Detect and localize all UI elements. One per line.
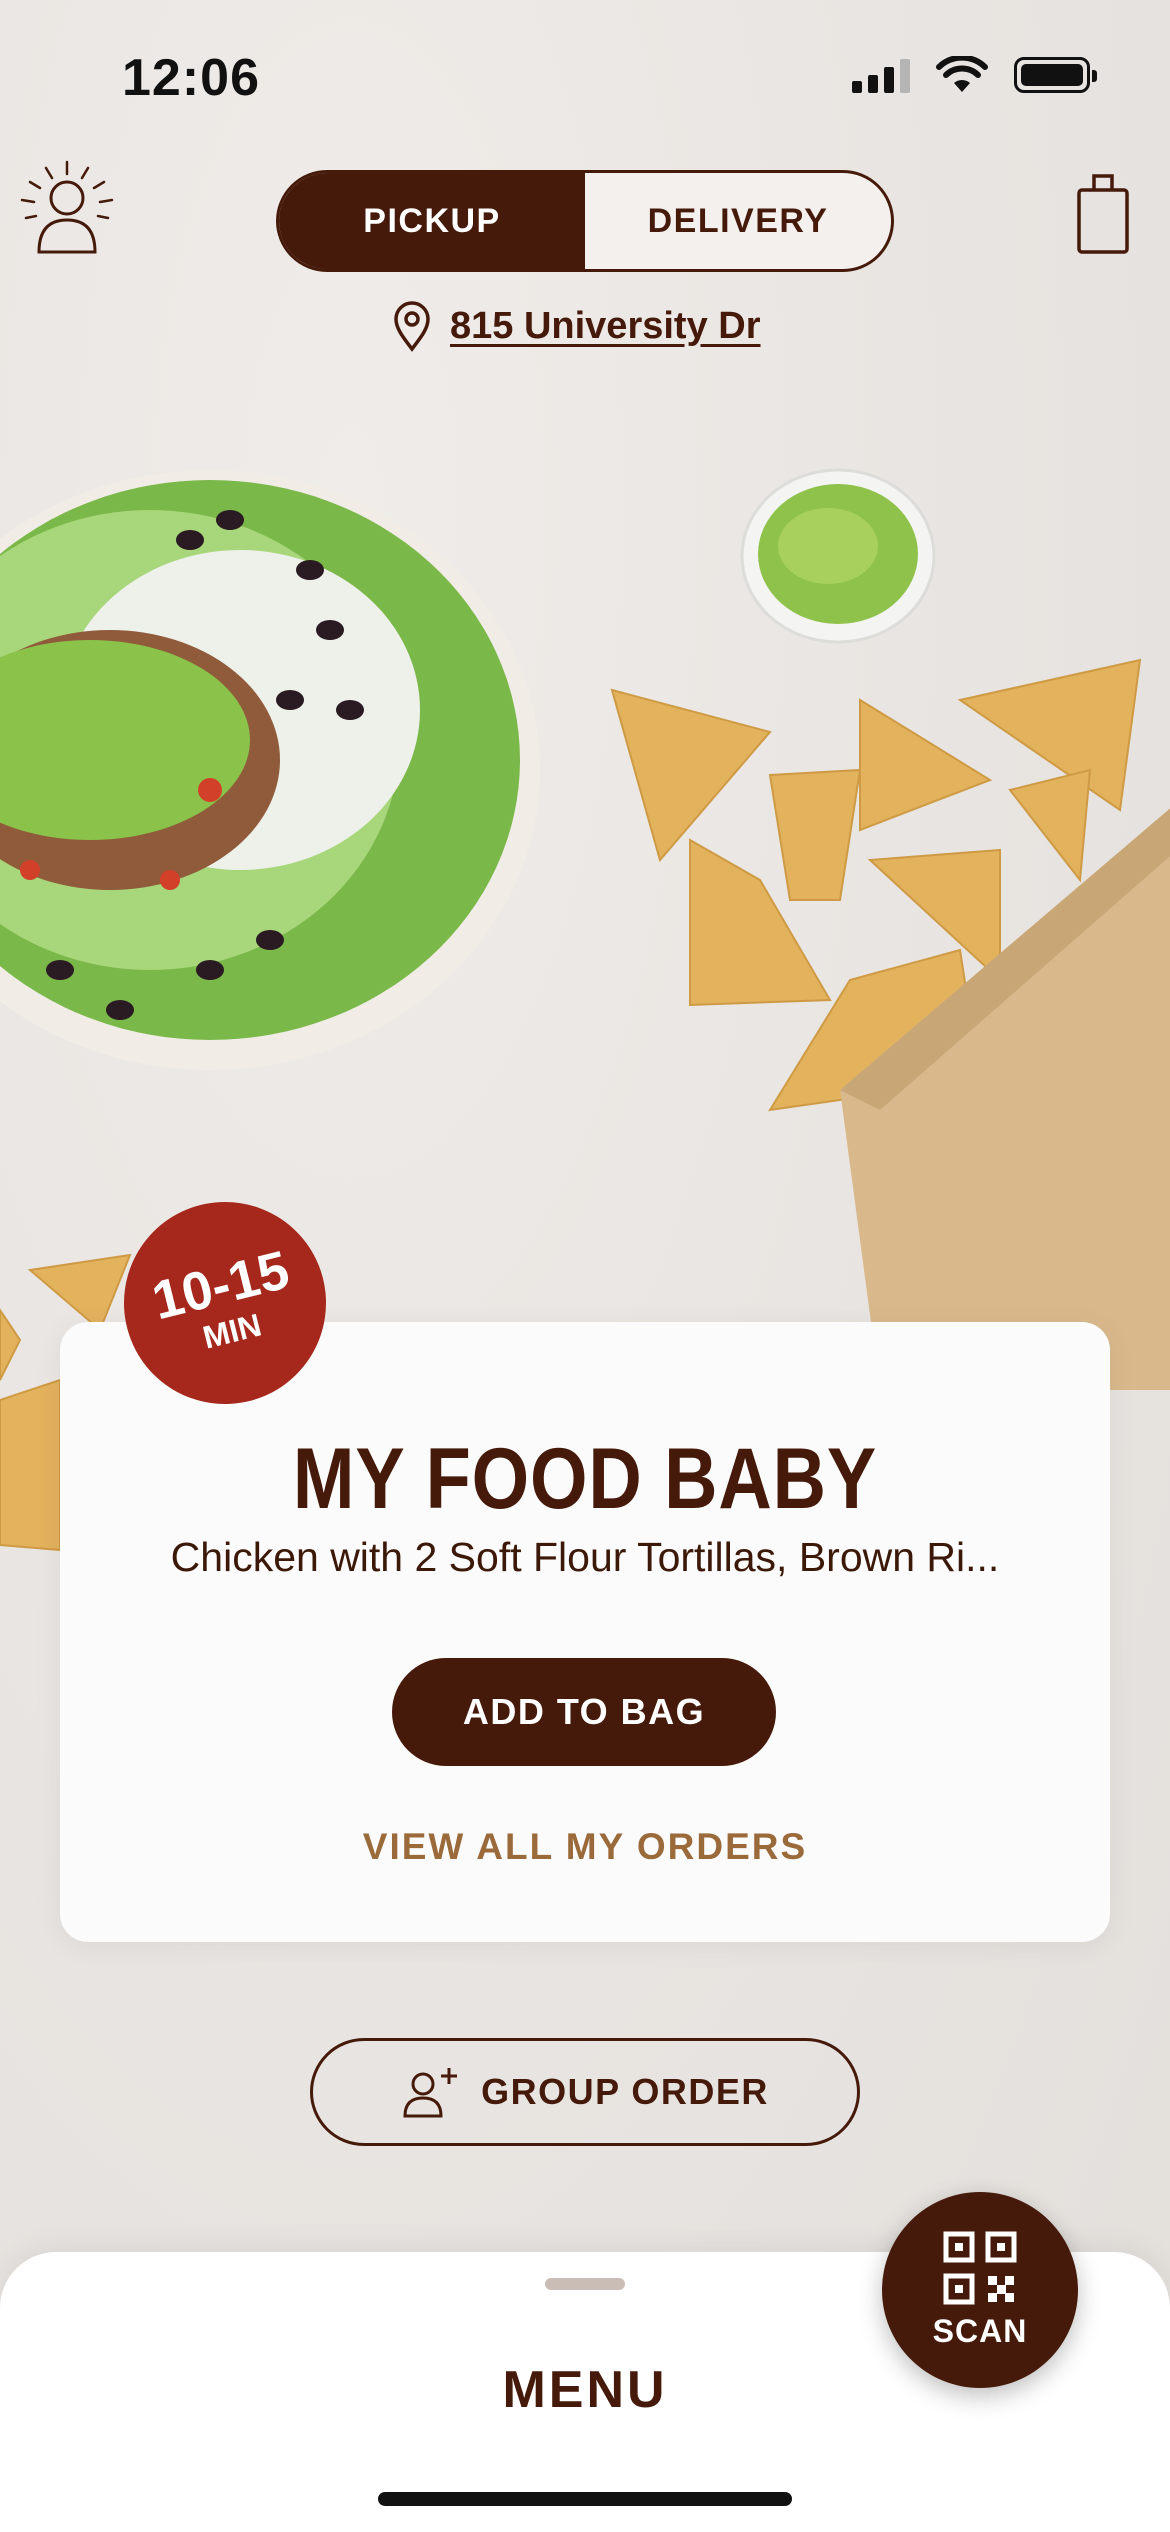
pickup-tab[interactable]: PICKUP: [279, 173, 585, 269]
group-order-label: GROUP ORDER: [481, 2071, 769, 2112]
order-mode-toggle: PICKUP DELIVERY: [276, 170, 894, 272]
guacamole-cup-image: [740, 468, 936, 644]
wifi-icon: [936, 56, 988, 92]
cellular-signal-icon: [852, 57, 910, 93]
status-icons: [852, 56, 1097, 94]
location-pin-icon: [394, 301, 430, 352]
order-description: Chicken with 2 Soft Flour Tortillas, Bro…: [170, 1534, 1000, 1580]
status-time: 12:06: [122, 49, 260, 107]
profile-button[interactable]: [12, 158, 122, 258]
delivery-tab[interactable]: DELIVERY: [585, 173, 891, 269]
battery-icon: [1014, 57, 1097, 93]
bag-icon: [1077, 174, 1129, 254]
add-to-bag-button[interactable]: ADD TO BAG: [392, 1658, 776, 1766]
app-screen: 12:06 PICKUP DELIVERY 815 University Dr …: [0, 0, 1170, 2532]
view-all-orders-link[interactable]: VIEW ALL MY ORDERS: [0, 1826, 1170, 1868]
location-address: 815 University Dr: [450, 304, 761, 347]
scan-button[interactable]: SCAN: [882, 2192, 1078, 2388]
add-person-icon: [403, 2068, 458, 2118]
sheet-drag-handle[interactable]: [545, 2278, 625, 2290]
qr-code-icon: [943, 2231, 1017, 2304]
home-indicator[interactable]: [378, 2492, 792, 2506]
burrito-bowl-image: [0, 470, 540, 1070]
profile-sun-icon: [20, 160, 114, 254]
pickup-location[interactable]: 815 University Dr: [392, 300, 761, 352]
paper-bag-image: [840, 808, 1170, 1390]
group-order-button[interactable]: GROUP ORDER: [310, 2038, 860, 2146]
order-title: MY FOOD BABY: [292, 1431, 878, 1527]
bag-button[interactable]: [1076, 172, 1130, 256]
scan-label: SCAN: [932, 2312, 1028, 2349]
